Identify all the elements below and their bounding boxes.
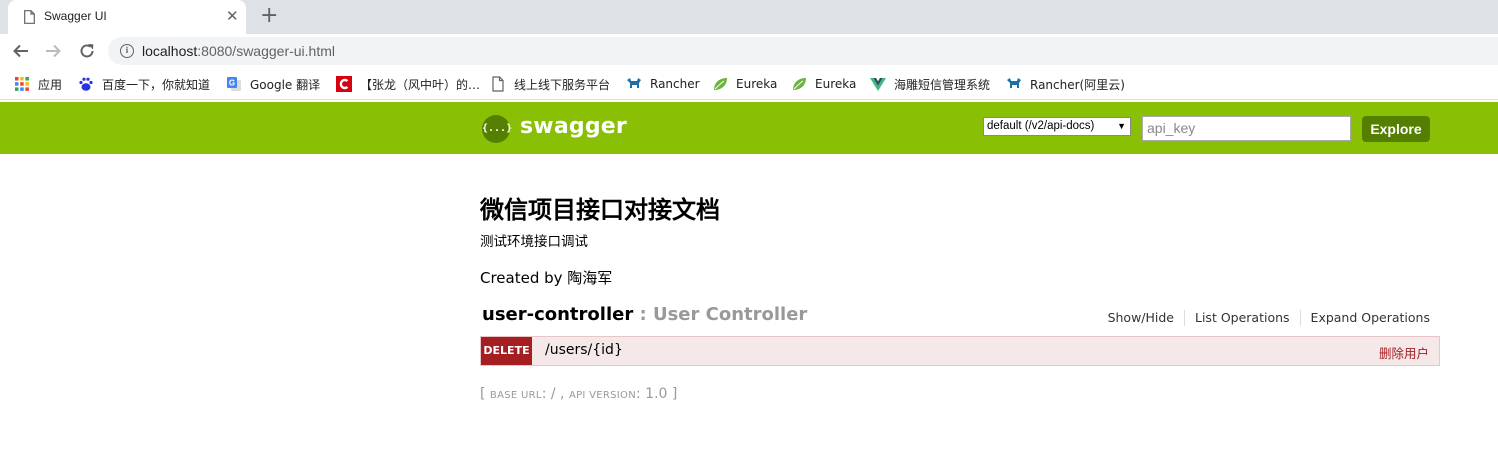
- resource-separator: :: [633, 304, 653, 325]
- footer-open: [: [480, 386, 490, 402]
- bookmarks-bar: 应用 百度一下，你就知道 G Google 翻译 【张龙（风中叶）的… 线上线下…: [0, 68, 1498, 100]
- bookmark-rancher-aliyun[interactable]: Rancher(阿里云): [1006, 76, 1125, 92]
- reload-button[interactable]: [76, 40, 98, 62]
- url-text[interactable]: localhost:8080/swagger-ui.html: [142, 43, 335, 59]
- browser-toolbar: i localhost:8080/swagger-ui.html: [0, 34, 1498, 68]
- back-button[interactable]: [10, 40, 32, 62]
- resource-title[interactable]: user-controller : User Controller: [482, 304, 807, 325]
- bookmark-zhanglong[interactable]: 【张龙（风中叶）的…: [336, 76, 480, 92]
- bookmark-service-platform[interactable]: 线上线下服务平台: [490, 76, 610, 92]
- document-icon: [24, 10, 35, 24]
- list-operations-link[interactable]: List Operations: [1185, 310, 1301, 326]
- arrow-right-icon: [46, 44, 61, 58]
- bookmark-label: Eureka: [815, 77, 857, 91]
- spec-select-value: default (/v2/api-docs): [987, 120, 1095, 132]
- expand-operations-link[interactable]: Expand Operations: [1301, 310, 1430, 326]
- operation-path[interactable]: /users/{id}: [545, 342, 623, 358]
- new-tab-button[interactable]: +: [260, 4, 278, 28]
- api-footer: [ BASE URL: / , API VERSION: 1.0 ]: [480, 386, 677, 402]
- api-description: 测试环境接口调试: [480, 234, 588, 250]
- created-by: Created by 陶海军: [480, 269, 613, 287]
- bookmark-label: Eureka: [736, 77, 778, 91]
- swagger-header: {...} swagger default (/v2/api-docs) ▼ a…: [0, 102, 1498, 154]
- rancher-icon: [627, 78, 641, 88]
- bookmark-label: 百度一下，你就知道: [102, 77, 211, 92]
- swagger-logo-icon[interactable]: {...}: [482, 115, 512, 143]
- http-method-badge[interactable]: DELETE: [481, 337, 532, 365]
- spring-leaf-icon: [793, 78, 806, 90]
- tab-title: Swagger UI: [44, 9, 107, 23]
- forward-button[interactable]: [42, 40, 64, 62]
- svg-text:G: G: [229, 79, 235, 88]
- resource-description: User Controller: [652, 304, 808, 325]
- reload-icon: [80, 44, 94, 58]
- url-path: :8080/swagger-ui.html: [197, 43, 336, 59]
- dropdown-arrow-icon: ▼: [1117, 121, 1126, 131]
- bookmark-rancher[interactable]: Rancher: [626, 76, 700, 92]
- show-hide-link[interactable]: Show/Hide: [1098, 310, 1185, 326]
- info-icon[interactable]: i: [120, 44, 134, 58]
- explore-button[interactable]: Explore: [1362, 116, 1430, 142]
- bookmark-google-translate[interactable]: G Google 翻译: [226, 76, 320, 92]
- base-url-value: : / ,: [541, 386, 569, 402]
- apps-grid-icon: [15, 77, 29, 91]
- resource-options: Show/Hide List Operations Expand Operati…: [1098, 310, 1430, 326]
- bookmark-label: Rancher(阿里云): [1030, 77, 1125, 92]
- swagger-logo-text[interactable]: swagger: [520, 114, 627, 139]
- address-bar[interactable]: i localhost:8080/swagger-ui.html: [108, 37, 1498, 65]
- baidu-paw-icon: [79, 77, 93, 91]
- tab-strip: Swagger UI ✕ +: [0, 0, 1498, 34]
- url-host: localhost: [142, 43, 198, 59]
- bookmark-eureka-2[interactable]: Eureka: [791, 76, 856, 92]
- bookmark-label: 海雕短信管理系统: [894, 77, 991, 92]
- spec-select[interactable]: default (/v2/api-docs) ▼: [983, 117, 1131, 136]
- bookmark-label: Rancher: [650, 77, 700, 91]
- rancher-icon: [1007, 78, 1021, 88]
- bookmark-sms-system[interactable]: 海雕短信管理系统: [870, 76, 990, 92]
- api-key-input[interactable]: api_key: [1142, 116, 1351, 141]
- page-title: 微信项目接口对接文档: [480, 196, 720, 224]
- resource-name[interactable]: user-controller: [482, 304, 633, 325]
- resource-heading: user-controller : User Controller Show/H…: [480, 304, 1440, 328]
- bookmark-label: 应用: [38, 77, 63, 92]
- operation-summary[interactable]: 删除用户: [1379, 343, 1429, 362]
- spring-leaf-icon: [714, 78, 727, 90]
- api-version-label: API VERSION: [568, 390, 637, 401]
- browser-tab[interactable]: Swagger UI ✕: [8, 0, 246, 34]
- operation-delete-user[interactable]: DELETE /users/{id} 删除用户: [480, 336, 1440, 366]
- document-icon: [492, 76, 504, 92]
- arrow-left-icon: [13, 44, 28, 58]
- vue-icon: [870, 78, 886, 91]
- api-version-value: : 1.0 ]: [636, 386, 678, 402]
- base-url-label: BASE URL: [489, 390, 542, 401]
- close-icon[interactable]: ✕: [226, 8, 239, 24]
- bookmark-label: Google 翻译: [250, 77, 321, 92]
- bookmark-label: 【张龙（风中叶）的…: [360, 77, 481, 92]
- bookmark-eureka-1[interactable]: Eureka: [712, 76, 777, 92]
- bookmark-baidu[interactable]: 百度一下，你就知道: [78, 76, 210, 92]
- google-translate-icon: G: [227, 77, 241, 91]
- c-logo-icon: [336, 76, 352, 92]
- bookmark-label: 线上线下服务平台: [514, 77, 611, 92]
- bookmark-apps[interactable]: 应用: [14, 76, 62, 92]
